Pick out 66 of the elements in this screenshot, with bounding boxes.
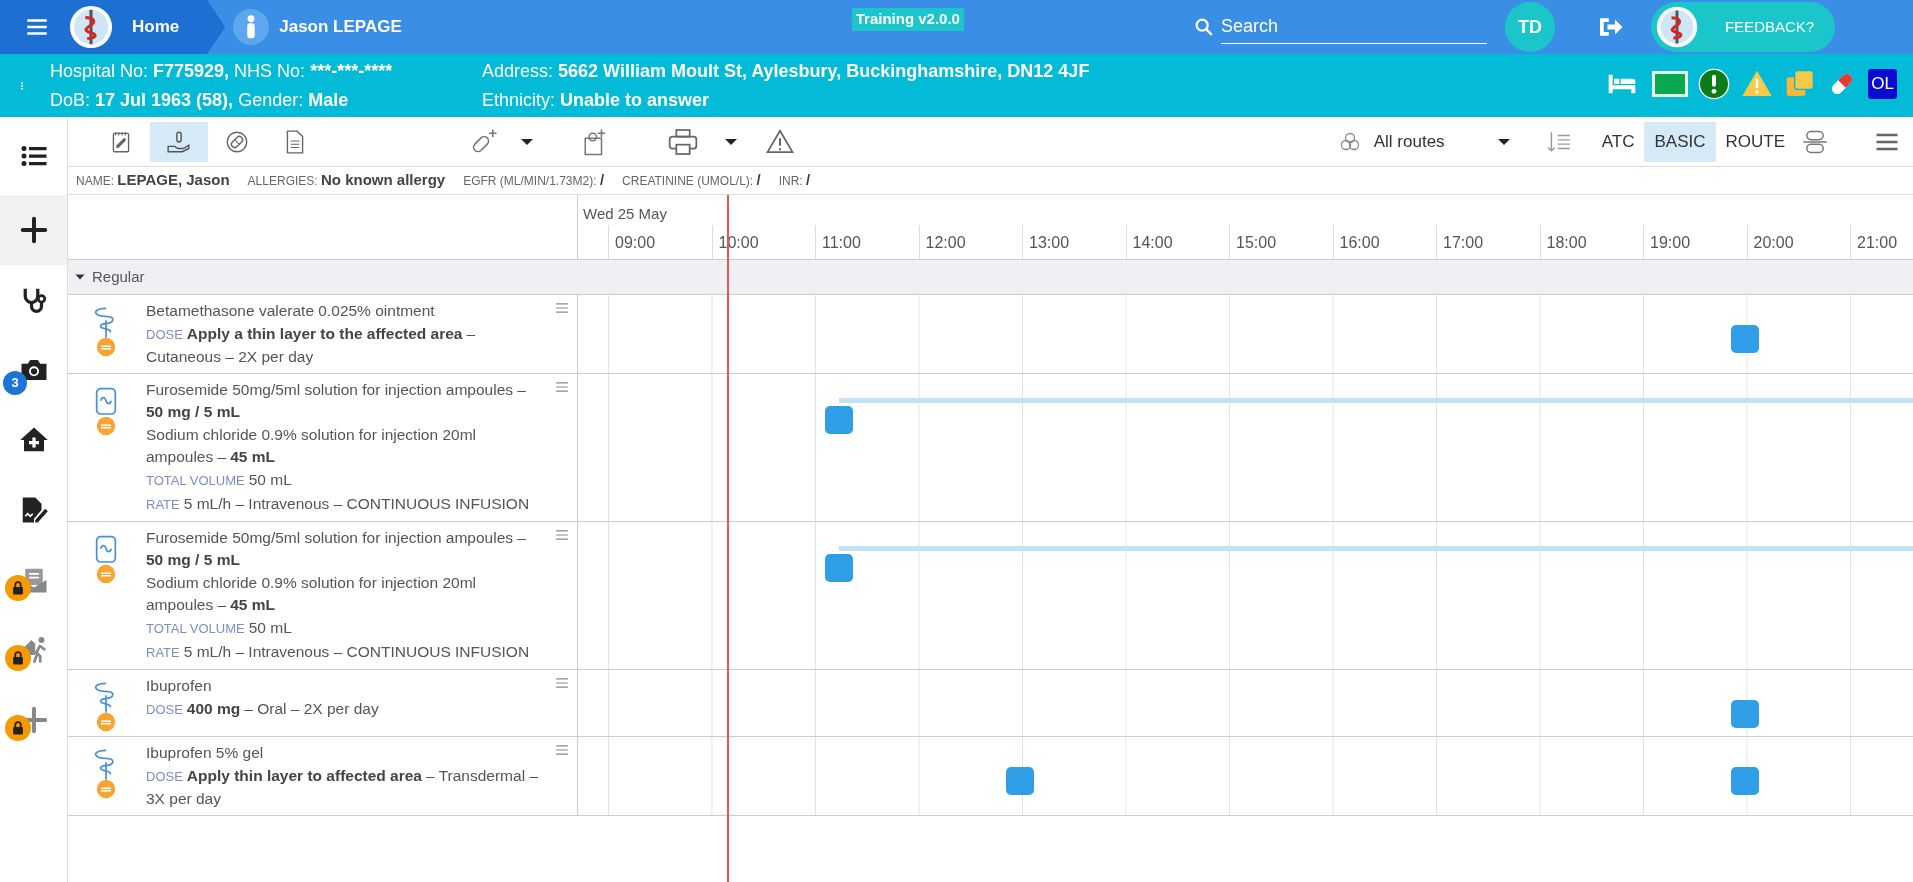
menu-icon[interactable] [555, 743, 569, 757]
dose-marker[interactable] [1730, 325, 1759, 353]
medication-text: RATE 5 mL/h – Intravenous – CONTINUOUS INFUSION [146, 642, 531, 662]
caret-icon [1497, 138, 1510, 145]
menu-icon[interactable] [555, 301, 569, 315]
home-link[interactable]: Home [132, 14, 196, 40]
patient-info: ALLERGIES: No known allergy [247, 170, 446, 191]
patient-info: EGFR (ML/MIN/1.73M2): / [463, 170, 605, 191]
medication-text: Furosemide 50mg/5ml solution for injection ampoules – 50 mg / 5 mL [146, 380, 527, 422]
medication-text: DOSE 400 mg – Oral – 2X per day [146, 699, 380, 719]
patient-info: INR: / [778, 170, 811, 191]
sidebar-item[interactable] [0, 195, 67, 265]
count-badge: 3 [3, 371, 27, 395]
lock-icon [5, 575, 31, 601]
medication-text: TOTAL VOLUME 50 mL [146, 618, 293, 638]
menu-icon[interactable] [555, 528, 569, 542]
person-icon [233, 9, 270, 45]
date-label: Wed 25 May [583, 204, 667, 224]
dose-marker[interactable] [825, 406, 854, 434]
patient-name: Jason LEPAGE [279, 16, 402, 39]
view-tab[interactable]: ROUTE [1715, 121, 1795, 162]
patient-info: CREATININE (UMOL/L): / [622, 170, 761, 191]
patient-info: NAME: LEPAGE, Jason [76, 170, 230, 191]
tablet-icon [96, 564, 116, 584]
tool-button[interactable] [150, 121, 208, 162]
medication-text: DOSE Apply thin layer to affected area – Transdermal – 3X per day [146, 766, 539, 809]
tablet-icon [96, 337, 116, 357]
sidebar-item[interactable]: 3 [0, 335, 67, 405]
logo-icon [68, 4, 114, 50]
medication-text: Ibuprofen 5% gel [146, 743, 265, 763]
search-field[interactable]: Search [1220, 10, 1487, 44]
caret-icon[interactable] [521, 138, 533, 145]
status-flag-icon[interactable] [1652, 71, 1689, 97]
dose-marker[interactable] [1006, 767, 1035, 795]
menu-icon[interactable] [555, 676, 569, 690]
medication-text: Betamethasone valerate 0.025% ointment [146, 301, 436, 321]
medication-text: Sodium chloride 0.9% solution for injection 20ml ampoules – 45 mL [146, 573, 477, 615]
patient-detail: Address: 5662 William Moult St, Aylesbury, Buckinghamshire, DN12 4JF [482, 59, 1091, 83]
patient-detail: DoB: 17 Jul 1963 (58), Gender: Male [50, 88, 350, 112]
tablet-icon [96, 416, 116, 436]
patient-detail: Hospital No: F775929, NHS No: ***-***-**** [50, 59, 394, 83]
dose-marker[interactable] [825, 554, 854, 582]
alert-badge[interactable]: OL [1868, 69, 1897, 99]
medication-text: DOSE Apply a thin layer to the affected area – Cutaneous – 2X per day [146, 324, 477, 367]
alert-icon[interactable] [1698, 68, 1731, 100]
caret-icon[interactable] [725, 138, 737, 145]
plus-icon [18, 215, 49, 245]
tablet-icon [96, 779, 116, 799]
tablet-icon [96, 712, 116, 732]
dose-marker[interactable] [1730, 767, 1759, 795]
medication-text: Sodium chloride 0.9% solution for injection 20ml ampoules – 45 mL [146, 425, 477, 467]
medication-text: Ibuprofen [146, 676, 213, 696]
lock-icon [5, 715, 31, 741]
menu-icon[interactable] [555, 380, 569, 394]
patient-detail: Ethnicity: Unable to answer [482, 88, 711, 112]
group-header[interactable]: Regular [68, 260, 1913, 295]
logo-icon [1654, 5, 1699, 49]
view-tab[interactable]: ATC [1591, 121, 1645, 162]
dose-marker[interactable] [1730, 700, 1759, 728]
medication-text: TOTAL VOLUME 50 mL [146, 470, 293, 490]
routes-dropdown[interactable]: All routes [1337, 128, 1514, 155]
medication-text: RATE 5 mL/h – Intravenous – CONTINUOUS INFUSION [146, 494, 531, 514]
version-badge: Training v2.0.0 [851, 8, 964, 31]
view-tab[interactable]: BASIC [1644, 121, 1716, 162]
lock-icon [5, 645, 31, 671]
medication-text: Furosemide 50mg/5ml solution for injection ampoules – 50 mg / 5 mL [146, 528, 527, 570]
